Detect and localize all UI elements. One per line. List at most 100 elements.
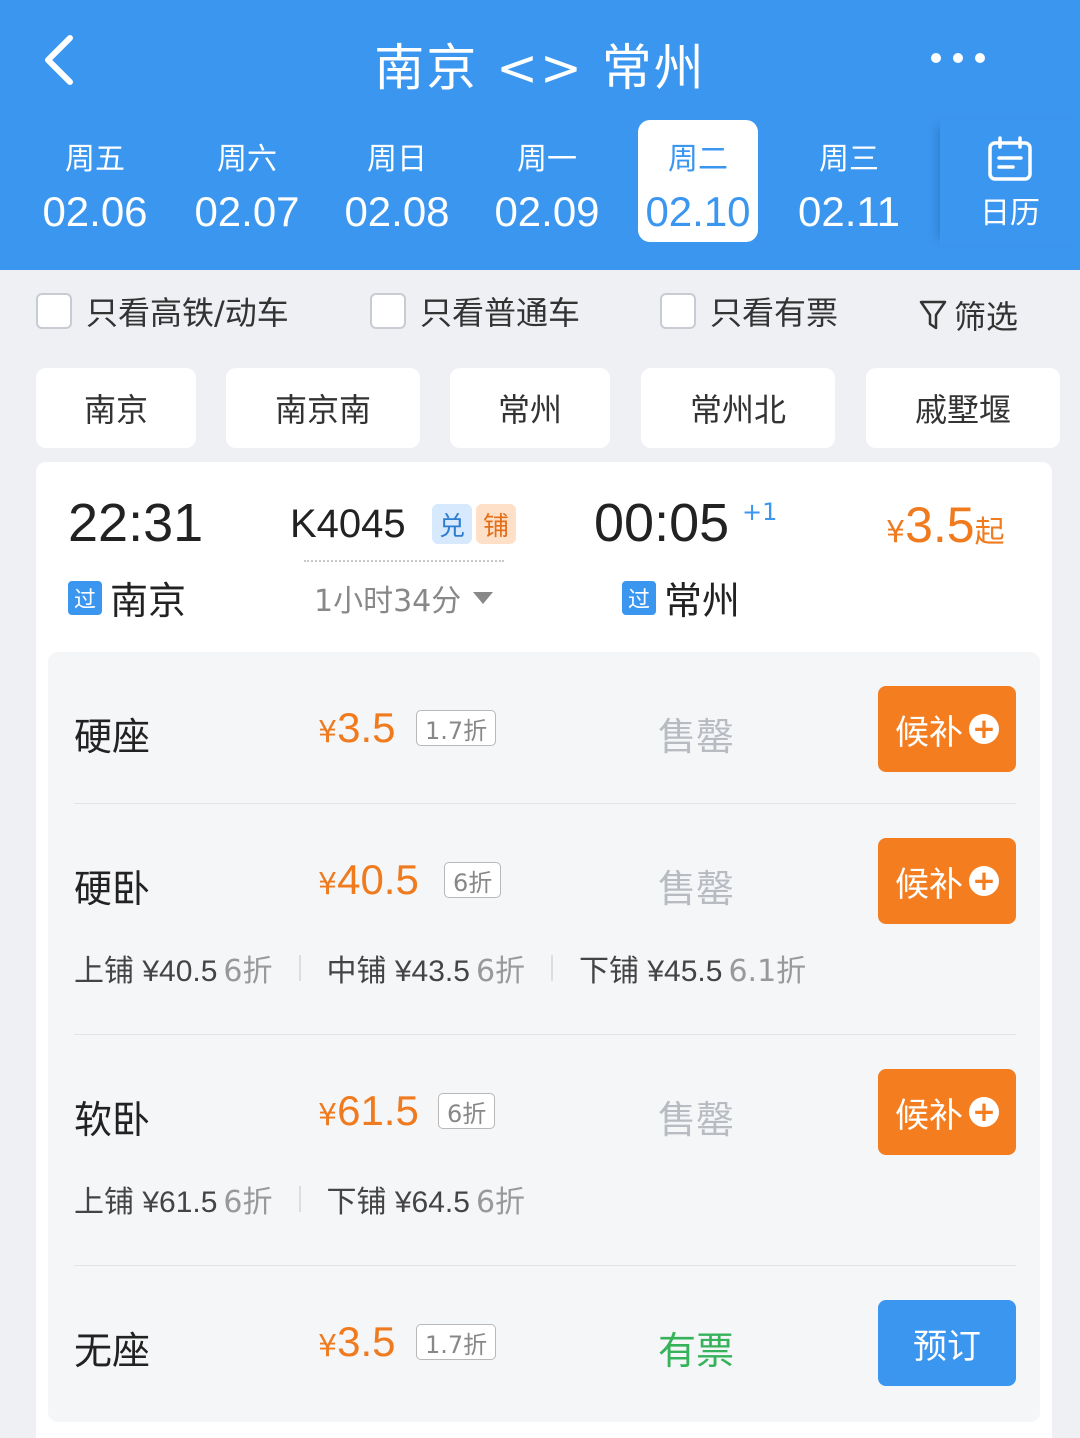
date-value: 02.08 (344, 188, 450, 235)
price-value: 3.5 (337, 704, 396, 751)
date-value: 02.06 (42, 188, 148, 235)
button-label: 预订 (913, 1326, 981, 1367)
date-tab[interactable]: 周三 02.11 (784, 120, 914, 242)
header-bar: 南京 <> 常州 周五 02.06 周六 02.07 周日 02.08 周一 0… (0, 0, 1080, 270)
filter-label: 筛选 (954, 298, 1019, 336)
date-tab[interactable]: 周五 02.06 (30, 120, 160, 242)
date-strip: 周五 02.06 周六 02.07 周日 02.08 周一 02.09 周二 0… (0, 120, 940, 245)
seat-status: 有票 (658, 1329, 735, 1373)
station-chips: 南京 南京南 常州 常州北 戚墅堰 (0, 366, 1080, 450)
more-button[interactable] (926, 36, 990, 80)
funnel-icon (919, 300, 947, 330)
checkbox-box (660, 293, 696, 329)
discount-badge: 6折 (444, 862, 502, 898)
exchange-tag: 兑 (432, 504, 472, 544)
berth-discount: 6折 (223, 1185, 273, 1220)
calendar-label: 日历 (980, 196, 1040, 231)
date-tab[interactable]: 周一 02.09 (482, 120, 612, 242)
checkbox-label: 只看高铁/动车 (86, 294, 289, 332)
berth-prices: 上铺 ¥40.5 6折 中铺 ¥43.5 6折 下铺 ¥45.5 6.1折 (74, 946, 806, 990)
date-tab[interactable]: 周六 02.07 (182, 120, 312, 242)
filter-high-speed-checkbox[interactable]: 只看高铁/动车 (36, 290, 289, 332)
berth-price: 上铺 ¥61.5 (74, 1186, 218, 1219)
departure-time: 22:31 (68, 493, 204, 553)
page-title: 南京 <> 常州 (374, 39, 706, 97)
date-value: 02.11 (798, 188, 900, 235)
next-day-marker: +1 (742, 498, 778, 526)
berth-price: 下铺 ¥64.5 (326, 1186, 470, 1219)
seat-name: 无座 (74, 1329, 151, 1373)
date-value: 02.10 (645, 188, 751, 235)
discount-badge: 6折 (438, 1093, 496, 1129)
filter-normal-checkbox[interactable]: 只看普通车 (370, 290, 580, 332)
date-weekday: 周六 (217, 142, 277, 177)
yen-symbol: ¥ (318, 715, 338, 750)
arrival-time: 00:05 (594, 493, 730, 553)
calendar-icon (988, 136, 1032, 181)
price-value: 40.5 (337, 856, 419, 903)
button-label: 候补 (895, 864, 963, 905)
caret-down-icon (473, 592, 494, 604)
seat-row-no-seat: 无座 ¥3.5 1.7折 有票 预订 (48, 1266, 1040, 1416)
yen-symbol: ¥ (318, 1329, 338, 1364)
station-chip[interactable]: 南京南 (226, 368, 420, 448)
waitlist-button[interactable]: 候补 + (878, 686, 1016, 772)
berth-discount: 6.1折 (728, 954, 807, 989)
arrival-station-row: 过 常州 (622, 570, 740, 625)
date-tab-selected[interactable]: 周二 02.10 (638, 120, 758, 242)
filter-button[interactable]: 筛选 (918, 292, 1018, 338)
seat-name: 硬座 (74, 715, 151, 759)
train-card[interactable]: 22:31 过 南京 K4045 兑 铺 1小时34分 00:05 +1 过 常… (36, 462, 1052, 1438)
price-suffix: 起 (974, 515, 1005, 550)
lowest-price: ¥3.5起 (886, 496, 1005, 554)
seat-price: ¥61.5 (318, 1087, 419, 1135)
berth-price: 中铺 ¥43.5 (326, 955, 470, 988)
station-chip[interactable]: 常州北 (641, 368, 835, 448)
seat-list: 硬座 ¥3.5 1.7折 售罄 候补 + 硬卧 ¥40.5 6折 售罄 候补 + 上… (48, 652, 1040, 1422)
departure-station: 南京 (110, 579, 187, 623)
seat-price: ¥40.5 (318, 856, 419, 904)
price-value: 61.5 (337, 1087, 419, 1134)
station-chip[interactable]: 常州 (450, 368, 610, 448)
seat-name: 软卧 (74, 1098, 151, 1142)
date-weekday: 周三 (819, 142, 879, 177)
seat-status: 售罄 (658, 1098, 735, 1142)
duration-text: 1小时34分 (314, 584, 462, 619)
filter-available-checkbox[interactable]: 只看有票 (660, 290, 838, 332)
berth-separator (551, 955, 554, 981)
waitlist-button[interactable]: 候补 + (878, 838, 1016, 924)
seat-row-hard-sleeper: 硬卧 ¥40.5 6折 售罄 候补 + 上铺 ¥40.5 6折 中铺 ¥43.5 6折… (48, 804, 1040, 1034)
checkbox-label: 只看有票 (710, 294, 839, 332)
date-weekday: 周二 (668, 142, 728, 177)
price-value: 3.5 (905, 497, 975, 553)
price-value: 3.5 (337, 1318, 396, 1365)
waitlist-button[interactable]: 候补 + (878, 1069, 1016, 1155)
yen-symbol: ¥ (318, 867, 338, 902)
berth-discount: 6折 (475, 954, 526, 989)
seat-status: 售罄 (658, 715, 735, 759)
date-tab[interactable]: 周日 02.08 (332, 120, 462, 242)
discount-badge: 1.7折 (416, 1324, 497, 1360)
date-value: 02.07 (194, 188, 300, 235)
calendar-button[interactable]: 日历 (940, 120, 1080, 245)
date-weekday: 周一 (517, 142, 577, 177)
berth-prices: 上铺 ¥61.5 6折 下铺 ¥64.5 6折 (74, 1177, 525, 1221)
yen-symbol: ¥ (886, 515, 906, 550)
date-weekday: 周日 (367, 142, 427, 177)
berth-separator (298, 955, 301, 981)
checkbox-box (370, 293, 406, 329)
duration-toggle[interactable]: 1小时34分 (314, 576, 494, 620)
seat-price: ¥3.5 (318, 704, 395, 752)
station-chip[interactable]: 南京 (36, 368, 196, 448)
station-chip[interactable]: 戚墅堰 (866, 368, 1060, 448)
button-label: 候补 (895, 1095, 963, 1136)
yen-symbol: ¥ (318, 1098, 338, 1133)
berth-discount: 6折 (475, 1185, 526, 1220)
date-weekday: 周五 (65, 142, 125, 177)
train-number: K4045 (290, 502, 406, 546)
seat-name: 硬卧 (74, 867, 151, 911)
berth-price: 上铺 ¥40.5 (74, 955, 218, 988)
seat-row-hard-seat: 硬座 ¥3.5 1.7折 售罄 候补 + (48, 652, 1040, 802)
book-button[interactable]: 预订 (878, 1300, 1016, 1386)
berth-discount: 6折 (223, 954, 273, 989)
